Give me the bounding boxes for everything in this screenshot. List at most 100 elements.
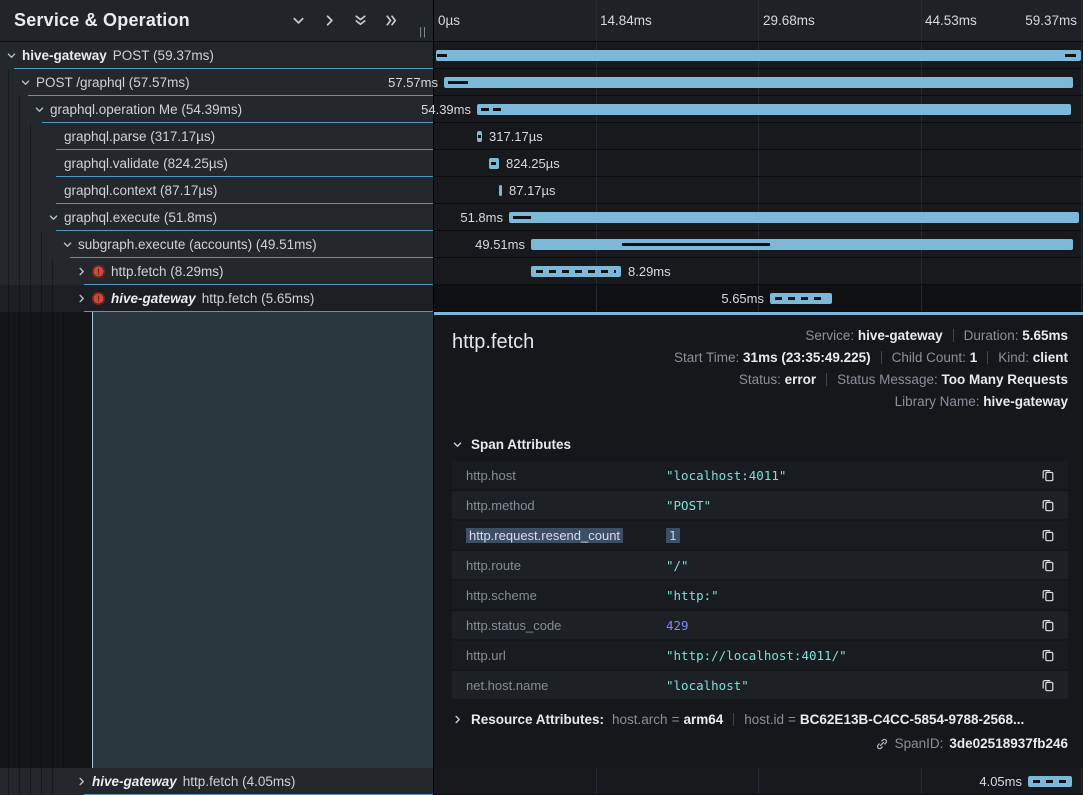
span-tree-row[interactable]: graphql.execute (51.8ms) [0,204,433,231]
expand-chevron-down-icon[interactable] [5,50,17,62]
resource-equals: = [672,712,680,727]
expand-chevron-right-icon[interactable] [75,293,87,305]
bar-retry-dashes [775,297,827,300]
double-chevron-right-icon[interactable] [384,13,399,28]
expand-chevron-down-icon[interactable] [61,239,73,251]
timeline-span-row[interactable]: 54.39ms [434,96,1083,123]
span-duration-label: 5.65ms [721,291,764,306]
span-duration-label: 824.25µs [506,156,560,171]
copy-icon[interactable] [1040,648,1056,662]
resource-key: host.id [744,712,784,727]
indent-guide [30,123,31,150]
resource-attributes-row[interactable]: Resource Attributes: host.arch=arm64host… [452,712,1068,727]
expand-chevron-right-icon[interactable] [75,776,87,788]
attribute-row[interactable]: http.host"localhost:4011" [452,461,1068,489]
timeline-gridline [758,150,759,176]
attribute-row[interactable]: net.host.name"localhost" [452,671,1068,699]
indent-guide [41,312,42,768]
copy-icon[interactable] [1040,528,1056,542]
attribute-row[interactable]: http.route"/" [452,551,1068,579]
chevron-right-icon[interactable] [322,13,337,28]
link-icon[interactable] [875,737,889,751]
meta-value: client [1033,350,1068,365]
span-duration-bar[interactable] [477,131,482,142]
span-duration-bar[interactable] [436,50,1081,61]
timeline-span-row[interactable]: 49.51ms [434,231,1083,258]
span-duration-bar[interactable] [509,212,1079,223]
span-duration-bar[interactable] [531,266,621,277]
attribute-value: "http:" [666,588,1040,603]
indent-guide [19,150,20,177]
chevron-down-icon[interactable] [291,13,306,28]
span-detail-meta: Service: hive-gatewayDuration: 5.65msSta… [534,325,1068,413]
expand-chevron-down-icon[interactable] [47,212,59,224]
meta-divider [733,713,734,726]
span-tree-row[interactable]: graphql.parse (317.17µs) [0,123,433,150]
timeline-span-row[interactable]: 51.8ms [434,204,1083,231]
double-chevron-down-icon[interactable] [353,13,368,28]
meta-value: error [785,372,817,387]
attribute-key: http.method [466,498,666,513]
copy-icon[interactable] [1040,558,1056,572]
timeline-span-row[interactable]: 824.25µs [434,150,1083,177]
span-tree-row[interactable]: !hive-gatewayhttp.fetch (5.65ms) [0,285,433,312]
panel-resize-handle[interactable]: || [419,26,427,38]
span-attributes-title: Span Attributes [471,437,571,452]
attribute-row[interactable]: http.status_code429 [452,611,1068,639]
span-tree-row[interactable]: hive-gatewayPOST (59.37ms) [0,42,433,69]
indent-guide [63,312,64,768]
indent-guide [8,123,9,150]
copy-icon[interactable] [1040,678,1056,692]
indent-guide [19,96,20,123]
span-duration-bar[interactable] [444,77,1073,88]
span-attributes-table: http.host"localhost:4011"http.method"POS… [452,461,1068,699]
resource-attributes-title: Resource Attributes: [471,712,604,727]
span-tree-row[interactable]: !http.fetch (8.29ms) [0,258,433,285]
attribute-row[interactable]: http.method"POST" [452,491,1068,519]
timeline-span-row[interactable]: 5.65ms [434,285,1083,312]
timeline-gridline [596,768,597,794]
timeline-span-row[interactable] [434,42,1083,69]
copy-icon[interactable] [1040,468,1056,482]
span-duration-bar[interactable] [489,158,499,169]
span-attributes-header[interactable]: Span Attributes [452,437,1068,452]
bar-retry-dashes [1033,780,1067,783]
span-duration-bar[interactable] [1028,776,1072,787]
copy-icon[interactable] [1040,618,1056,632]
span-duration-label: 51.8ms [460,210,503,225]
copy-icon[interactable] [1040,588,1056,602]
span-row-content: graphql.execute (51.8ms) [64,210,217,225]
span-duration-bar[interactable] [770,293,832,304]
meta-label: Status Message: [837,372,941,387]
span-tree-row[interactable]: graphql.context (87.17µs) [0,177,433,204]
attribute-row[interactable]: http.scheme"http:" [452,581,1068,609]
span-tree-row[interactable]: graphql.operation Me (54.39ms) [0,96,433,123]
indent-guide [30,312,31,768]
span-row-content: graphql.validate (824.25µs) [64,156,228,171]
chevron-down-icon [452,439,463,450]
copy-icon[interactable] [1040,498,1056,512]
timeline-span-row[interactable]: 317.17µs [434,123,1083,150]
attribute-row[interactable]: http.request.resend_count1 [452,521,1068,549]
attribute-value: "http://localhost:4011/" [666,648,1040,663]
timeline-gridline [921,177,922,203]
span-tree-row[interactable]: POST /graphql (57.57ms) [0,69,433,96]
attribute-row[interactable]: http.url"http://localhost:4011/" [452,641,1068,669]
attribute-key: http.host [466,468,666,483]
span-tree-row[interactable]: graphql.validate (824.25µs) [0,150,433,177]
timeline-gridline [921,150,922,176]
timeline-span-row[interactable]: 57.57ms [434,69,1083,96]
expand-chevron-down-icon[interactable] [33,104,45,116]
span-duration-bar[interactable] [499,185,502,196]
timeline-span-row[interactable]: 8.29ms [434,258,1083,285]
expand-chevron-down-icon[interactable] [19,77,31,89]
span-tree-row[interactable]: subgraph.execute (accounts) (49.51ms) [0,231,433,258]
timeline-span-row[interactable]: 4.05ms [434,768,1083,795]
meta-value: Too Many Requests [941,372,1068,387]
span-tree-row[interactable]: hive-gatewayhttp.fetch (4.05ms) [0,768,433,795]
span-duration-bar[interactable] [477,104,1071,115]
span-operation-name: subgraph.execute (accounts) (49.51ms) [78,237,317,252]
timeline-span-row[interactable]: 87.17µs [434,177,1083,204]
expand-chevron-right-icon[interactable] [75,266,87,278]
span-duration-bar[interactable] [531,239,1073,250]
